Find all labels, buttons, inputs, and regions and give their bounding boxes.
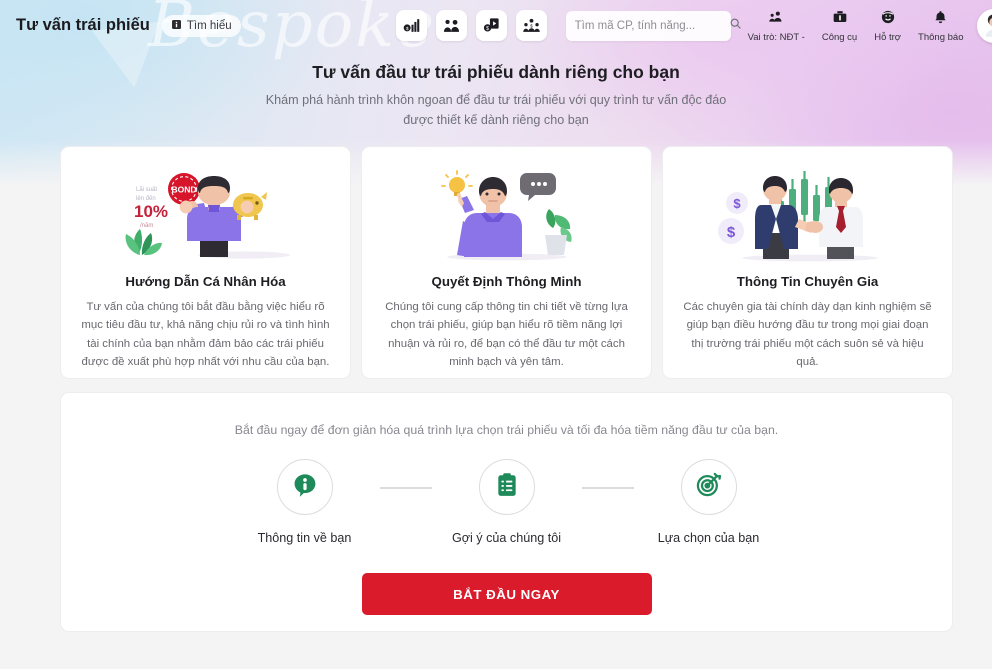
search-box[interactable]	[565, 10, 741, 41]
step-label: Gợi ý của chúng tôi	[451, 531, 562, 545]
page-root: Bespoke Tư vấn trái phiếu Tìm hiểu $ $ $…	[0, 0, 992, 669]
step-info-about-you[interactable]: Thông tin về bạn	[230, 459, 380, 545]
bond-chart-icon[interactable]: $	[395, 10, 427, 41]
learn-more-label: Tìm hiểu	[186, 19, 232, 32]
svg-text:$: $	[405, 26, 408, 32]
step-connector	[581, 487, 634, 489]
step-label: Thông tin về bạn	[257, 531, 352, 545]
step-connector	[379, 487, 432, 489]
svg-text:/năm: /năm	[140, 223, 153, 229]
feature-card-body: Tư vấn của chúng tôi bắt đầu bằng việc h…	[81, 301, 330, 369]
avatar[interactable]	[977, 8, 992, 43]
role-selector[interactable]: Vai trò: NĐT -	[748, 9, 805, 43]
steps-list: Thông tin về bạn Gợi ý của chúng tôi Lựa…	[61, 459, 952, 545]
step-our-suggestions[interactable]: Gợi ý của chúng tôi	[432, 459, 582, 545]
page-subtitle: Khám phá hành trình khôn ngoan để đầu tư…	[0, 91, 992, 130]
step-circle	[680, 459, 737, 515]
step-circle	[478, 459, 535, 515]
feature-card-body: Các chuyên gia tài chính dày dạn kinh ng…	[683, 301, 932, 369]
svg-text:$: $	[530, 24, 533, 30]
fund-people-icon[interactable]: $	[515, 10, 547, 41]
svg-text:$: $	[727, 224, 736, 241]
man-holding-bond-and-piggybank-illustration: Lãi suất lên đến 10% /năm BOND	[77, 161, 334, 264]
svg-text:$: $	[733, 196, 741, 211]
hero-section: Tư vấn đầu tư trái phiếu dành riêng cho …	[0, 62, 992, 130]
page-title: Tư vấn đầu tư trái phiếu dành riêng cho …	[312, 62, 680, 82]
learn-more-pill[interactable]: Tìm hiểu	[161, 14, 241, 37]
start-now-button[interactable]: BẮT ĐẦU NGAY	[361, 573, 652, 615]
feature-card-title: Thông Tin Chuyên Gia	[736, 274, 879, 289]
feature-card-title: Hướng Dẫn Cá Nhân Hóa	[125, 274, 286, 289]
step-your-choice[interactable]: Lựa chọn của bạn	[634, 459, 784, 545]
bell-icon	[933, 9, 948, 30]
page-subtitle-line-2: được thiết kế dành riêng cho bạn	[403, 112, 589, 127]
role-user-icon	[768, 9, 785, 30]
support-button[interactable]: Hỗ trợ	[874, 9, 901, 43]
feature-card-title: Quyết Định Thông Minh	[431, 274, 582, 289]
avatar-image	[977, 8, 992, 43]
step-circle	[276, 459, 333, 515]
svg-text:$: $	[486, 26, 489, 32]
feature-card-list: Lãi suất lên đến 10% /năm BOND Hướng Dẫn…	[60, 146, 953, 379]
info-bubble-icon	[292, 472, 318, 503]
support-face-icon	[880, 9, 896, 30]
clipboard-checklist-icon	[494, 472, 520, 503]
notifications-button[interactable]: Thông báo	[918, 9, 963, 43]
cta-wrapper: BẮT ĐẦU NGAY	[61, 573, 952, 615]
toolbox-icon	[832, 9, 848, 30]
man-with-idea-lightbulb-illustration	[378, 161, 635, 264]
info-square-icon	[171, 19, 182, 33]
feature-card-personalized: Lãi suất lên đến 10% /năm BOND Hướng Dẫn…	[60, 146, 351, 379]
panel-lead-text: Bắt đầu ngay để đơn giản hóa quá trình l…	[234, 423, 779, 437]
svg-text:10%: 10%	[134, 202, 168, 221]
svg-text:BOND: BOND	[171, 184, 196, 194]
two-businessmen-handshake-illustration: $ $	[679, 161, 936, 264]
search-icon[interactable]	[729, 17, 742, 35]
svg-text:Lãi suất: Lãi suất	[136, 187, 157, 193]
role-label: Vai trò: NĐT -	[747, 31, 805, 43]
feature-card-body: Chúng tôi cung cấp thông tin chi tiết về…	[385, 301, 628, 369]
tools-button[interactable]: Công cụ	[822, 9, 857, 43]
target-dart-icon	[695, 471, 722, 503]
nav-icon-group: $ $ $	[395, 10, 547, 41]
people-group-icon[interactable]	[435, 10, 467, 41]
tools-label: Công cụ	[821, 31, 858, 43]
top-navigation-bar: Tư vấn trái phiếu Tìm hiểu $ $ $ Tìm mã …	[0, 0, 992, 51]
step-label: Lựa chọn của bạn	[657, 531, 760, 545]
video-money-icon[interactable]: $	[475, 10, 507, 41]
feature-card-smart-decision: Quyết Định Thông Minh Chúng tôi cung cấp…	[361, 146, 652, 379]
page-subtitle-line-1: Khám phá hành trình khôn ngoan để đầu tư…	[265, 93, 727, 107]
get-started-panel: Bắt đầu ngay để đơn giản hóa quá trình l…	[60, 392, 953, 632]
support-label: Hỗ trợ	[874, 31, 902, 43]
feature-card-expert-info: $ $ Thông Tin Chuyên Gia Các chuyên gia …	[662, 146, 953, 379]
right-actions-group: Vai trò: NĐT - Công cụ Hỗ trợ Thông báo	[748, 9, 963, 43]
notifications-label: Thông báo	[918, 31, 964, 43]
search-input[interactable]	[574, 19, 729, 32]
app-brand-title: Tư vấn trái phiếu	[16, 16, 150, 34]
